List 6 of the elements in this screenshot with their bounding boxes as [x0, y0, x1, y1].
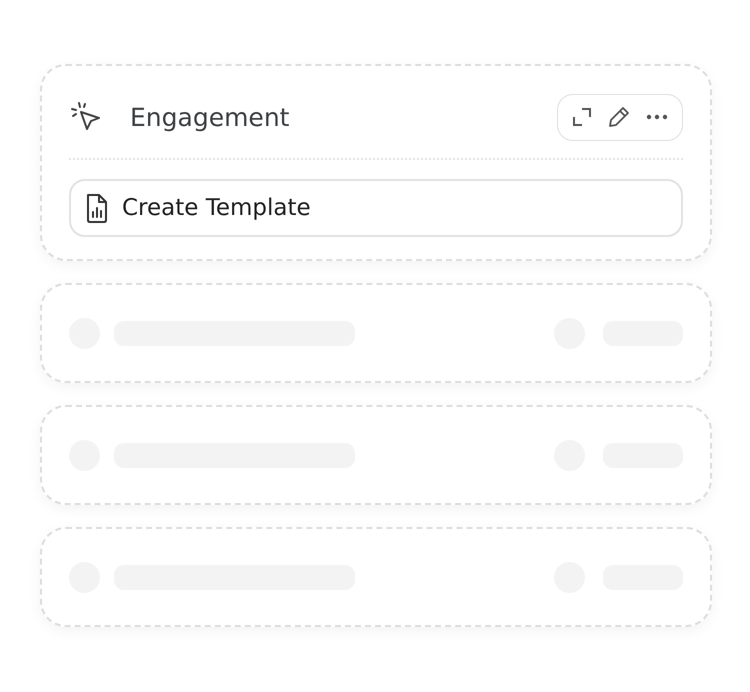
more-icon: [646, 114, 668, 120]
pencil-icon: [608, 106, 630, 128]
create-template-button[interactable]: Create Template: [69, 179, 683, 237]
report-file-icon: [85, 192, 109, 224]
expand-icon: [572, 107, 592, 127]
widget-title: Engagement: [130, 102, 290, 132]
